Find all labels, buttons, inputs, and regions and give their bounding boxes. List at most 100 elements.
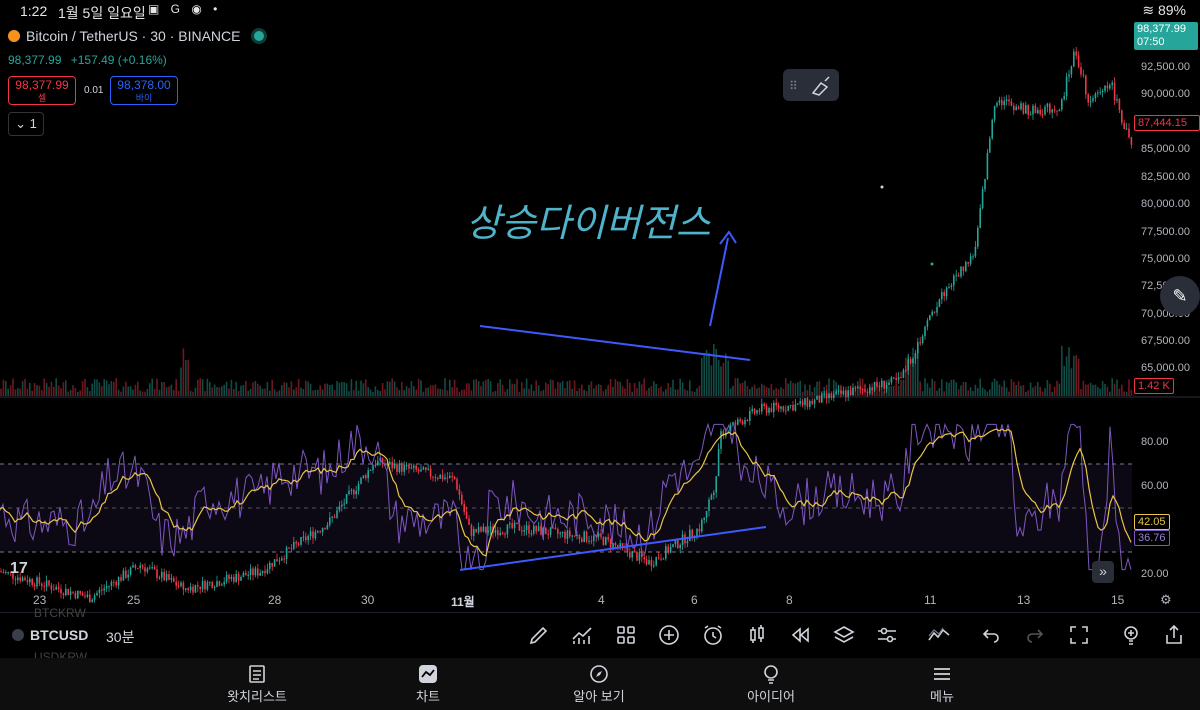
fullscreen-icon[interactable] [1067,623,1093,649]
candle-body [1022,103,1025,114]
candle-body [768,408,770,413]
candle-body [825,393,828,399]
chevrons-right-icon[interactable]: » [1092,561,1114,583]
candle-body [945,287,948,297]
candle-body [981,189,984,209]
candle-body [506,524,509,535]
volume-bar [530,384,533,396]
draw-tool-icon[interactable] [527,623,553,649]
undo-icon[interactable] [979,623,1005,649]
volume-bar [285,382,288,396]
candle-body [1041,114,1044,116]
volume-bar [271,379,273,396]
volume-bar [29,382,31,396]
volume-bar [1097,386,1099,396]
volume-bar [945,381,948,396]
volume-bar [113,381,115,396]
gear-icon[interactable]: ⚙ [1160,592,1172,608]
alarm-icon[interactable] [701,623,727,649]
volume-bar [36,385,38,396]
candle-body [593,535,595,541]
candle-body [264,570,266,574]
candle-body [132,565,134,568]
candle-body [163,571,165,581]
publish-idea-icon[interactable] [1119,623,1145,649]
nav-watchlist[interactable]: 왓치리스트 [207,664,307,705]
volume-bar [588,384,590,396]
volume-bar [420,380,422,396]
volume-bar [14,389,17,396]
candle-body [437,477,439,479]
candle-body [1111,82,1113,86]
time-axis[interactable]: 23 25 28 30 11월 4 6 8 11 13 15 [0,590,1130,610]
volume-bar [300,387,302,396]
add-circle-icon[interactable] [657,623,683,649]
volume-bar [60,388,62,396]
volume-bar [948,382,950,396]
candle-body [629,552,631,558]
layers-icon[interactable] [832,623,858,649]
volume-bar [537,385,540,396]
volume-bar [648,387,650,396]
volume-bar [393,381,396,396]
pencil-icon[interactable]: ✎ [1160,276,1200,316]
volume-bar [782,388,785,396]
volume-bar [547,384,549,396]
candle-body [713,492,715,496]
candle-body [446,477,449,479]
candle-body [293,541,295,549]
candle-body [1001,100,1003,106]
candle-body [180,582,182,587]
share-icon[interactable] [1162,623,1188,649]
nav-explore[interactable]: 알아 보기 [549,664,649,705]
candle-body [583,531,585,542]
candle-body [14,578,17,581]
candle-body [955,275,957,277]
candle-body [1104,85,1106,91]
settings-sliders-icon[interactable] [875,623,901,649]
candle-body [698,528,701,532]
candle-body [516,522,518,525]
candle-body [343,503,345,505]
candle-body [288,547,290,549]
nav-chart[interactable]: 차트 [378,664,478,705]
volume-bar [1073,355,1075,396]
volume-bar [1029,382,1032,396]
candle-body [276,559,278,562]
price-chart[interactable]: 상승다이버전스 [0,0,1200,610]
volume-bar [609,378,612,396]
symbol-selector[interactable]: BTCUSD [12,627,88,643]
candle-body [305,536,307,541]
candles-icon[interactable] [745,623,771,649]
candle-body [881,380,883,387]
volume-bar [993,378,996,396]
nav-menu[interactable]: 메뉴 [892,664,992,705]
layout-grid-icon[interactable] [614,623,640,649]
redo-icon[interactable] [1023,623,1049,649]
volume-bar [458,391,461,396]
time-tick: 8 [786,593,793,607]
nav-ideas[interactable]: 아이디어 [721,664,821,705]
compare-icon[interactable] [927,623,953,649]
volume-bar [955,382,957,396]
time-tick: 13 [1017,593,1031,607]
candle-body [717,448,720,477]
volume-bar [314,389,317,396]
volume-bar [480,386,482,396]
price-tick: 85,000.00 [1141,143,1190,155]
candle-body [480,527,482,532]
indicators-icon[interactable] [570,623,596,649]
price-trendline[interactable] [479,325,751,361]
candle-body [957,275,960,277]
candle-body [225,574,228,582]
divergence-annotation[interactable]: 상승다이버전스 [466,203,712,245]
arrow-up-drawing[interactable] [709,237,729,327]
candle-body [525,525,528,530]
replay-icon[interactable] [788,623,814,649]
candle-body [732,422,734,426]
interval-selector[interactable]: 30분 [106,627,134,647]
candle-body [201,581,204,590]
volume-bar [341,381,343,396]
candle-body [847,390,849,397]
volume-bar [477,380,480,396]
